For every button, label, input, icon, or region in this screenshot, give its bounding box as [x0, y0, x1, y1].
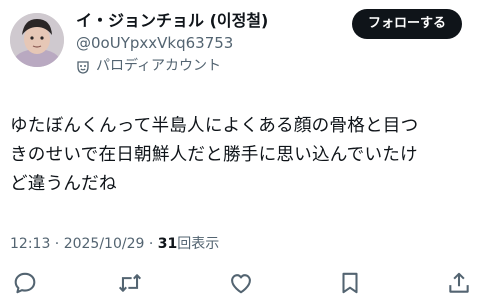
avatar[interactable] [10, 13, 64, 67]
author-block: イ・ジョンチョル (이정철) @0oUYpxxVkq63753 パロディアカウン… [76, 10, 336, 77]
account-label: パロディアカウント [76, 55, 336, 77]
mask-icon [76, 59, 90, 74]
author-display-name[interactable]: イ・ジョンチョル (이정철) [76, 10, 336, 32]
views-label: 回表示 [177, 236, 220, 252]
follow-button[interactable]: フォローする [351, 9, 462, 39]
action-bar [0, 264, 480, 304]
author-handle[interactable]: @0oUYpxxVkq63753 [76, 32, 336, 54]
post-text-line: ど違うんだね [10, 174, 117, 194]
share-icon[interactable] [446, 270, 472, 296]
reply-icon[interactable] [12, 270, 38, 296]
post-card: イ・ジョンチョル (이정철) @0oUYpxxVkq63753 パロディアカウン… [0, 0, 480, 307]
post-text: ゆたぼんくんって半島人によくある顔の骨格と目つ きのせいで在日朝鮮人だと勝手に思… [10, 112, 472, 199]
bookmark-icon[interactable] [337, 270, 363, 296]
avatar-image [10, 13, 64, 67]
views-count: 31 [157, 236, 178, 252]
heart-icon[interactable] [228, 270, 254, 296]
post-text-line: きのせいで在日朝鮮人だと勝手に思い込んでいたけ [10, 145, 418, 165]
timestamp[interactable]: 12:13 · 2025/10/29 · [10, 236, 158, 252]
account-label-text: パロディアカウント [96, 58, 222, 74]
post-meta: 12:13 · 2025/10/29 · 31回表示 [10, 233, 219, 253]
post-text-line: ゆたぼんくんって半島人によくある顔の骨格と目つ [10, 116, 419, 136]
repost-icon[interactable] [117, 270, 143, 296]
